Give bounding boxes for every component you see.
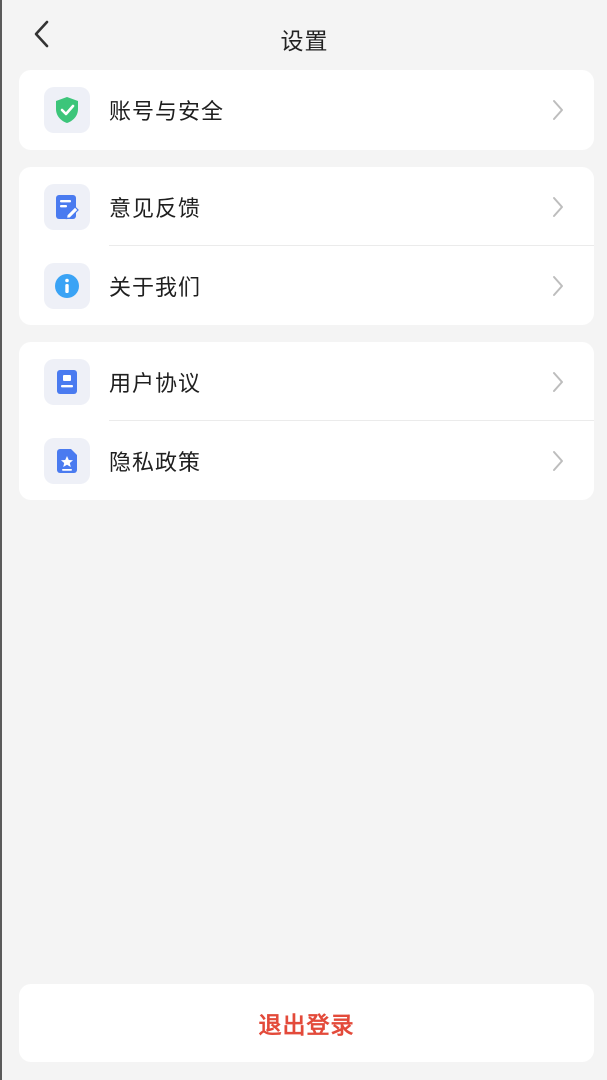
page-title: 设置	[280, 29, 329, 55]
account-security-icon-box	[44, 87, 90, 133]
menu-item-label: 意见反馈	[109, 196, 202, 222]
privacy-policy-icon-box	[44, 437, 90, 484]
logout-button[interactable]: 退出登录	[19, 984, 594, 1062]
shield-check-icon	[56, 97, 78, 123]
about-icon-box	[44, 262, 90, 309]
chevron-right-icon	[553, 275, 563, 296]
menu-item-about-us[interactable]: 关于我们	[19, 246, 594, 325]
menu-item-user-agreement[interactable]: 用户协议	[19, 342, 594, 421]
logout-label: 退出登录	[258, 1013, 355, 1039]
user-agreement-icon-box	[44, 358, 90, 405]
menu-item-label: 关于我们	[109, 275, 202, 301]
privacy-policy-icon	[57, 448, 77, 473]
menu-item-label: 隐私政策	[109, 450, 202, 476]
feedback-edit-icon	[56, 194, 79, 219]
menu-item-label: 用户协议	[109, 371, 202, 397]
nav-bar: 设置	[2, 0, 607, 72]
menu-item-account-security[interactable]: 账号与安全	[19, 70, 594, 150]
chevron-right-icon	[553, 196, 563, 217]
settings-page: 设置 账号与安全 意见反馈 关于我们 用户协议 隐私政策 退出登录	[0, 0, 607, 1080]
info-icon	[55, 273, 79, 298]
user-agreement-icon	[57, 369, 77, 394]
menu-item-feedback[interactable]: 意见反馈	[19, 167, 594, 246]
settings-group-feedback: 意见反馈 关于我们	[19, 167, 594, 325]
settings-group-legal: 用户协议 隐私政策	[19, 342, 594, 500]
menu-item-privacy-policy[interactable]: 隐私政策	[19, 421, 594, 500]
chevron-right-icon	[553, 450, 563, 471]
chevron-right-icon	[553, 371, 563, 392]
settings-group-account: 账号与安全	[19, 70, 594, 150]
feedback-icon-box	[44, 183, 90, 230]
chevron-right-icon	[553, 100, 563, 120]
menu-item-label: 账号与安全	[109, 100, 225, 125]
